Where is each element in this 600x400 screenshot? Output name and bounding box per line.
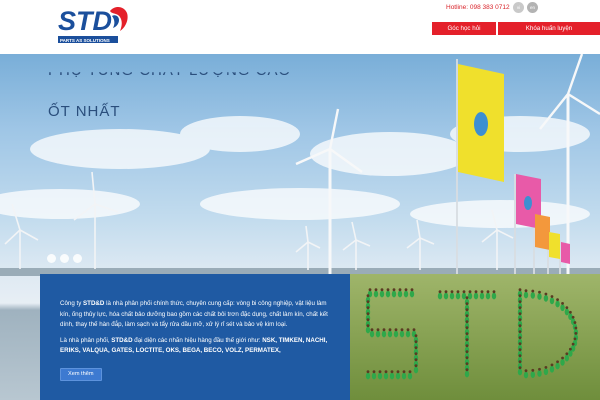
slider-dot-1[interactable] [47, 254, 56, 263]
team-photo [350, 274, 600, 400]
hero-headline-line2: ỐT NHẤT [48, 103, 121, 120]
hotline-text: Hotline: 098 383 0712 [446, 4, 510, 11]
std-logo[interactable]: STD PARTS AS SOLUTIONS [58, 3, 130, 47]
logo-text: STD [58, 6, 112, 36]
slider-dot-3[interactable] [73, 254, 82, 263]
slider-dot-2[interactable] [60, 254, 69, 263]
site-header: STD PARTS AS SOLUTIONS Hotline: 098 383 … [0, 0, 600, 54]
nav-training-course[interactable]: Khóa huấn luyện [498, 22, 600, 35]
intro-paragraph-1: Công ty STD&D là nhà phân phối chính thứ… [60, 300, 328, 328]
read-more-button[interactable]: Xem thêm [60, 367, 102, 381]
intro-paragraph-2: Là nhà phân phối, STD&D đại diện các nhã… [60, 336, 328, 355]
company-intro-box: Công ty STD&D là nhà phân phối chính thứ… [40, 274, 350, 400]
lang-en-button[interactable]: en [527, 2, 538, 13]
nav-learning-corner[interactable]: Góc học hỏi [432, 22, 496, 35]
lang-vi-button[interactable]: vi [513, 2, 524, 13]
logo-tagline: PARTS AS SOLUTIONS [60, 38, 110, 43]
